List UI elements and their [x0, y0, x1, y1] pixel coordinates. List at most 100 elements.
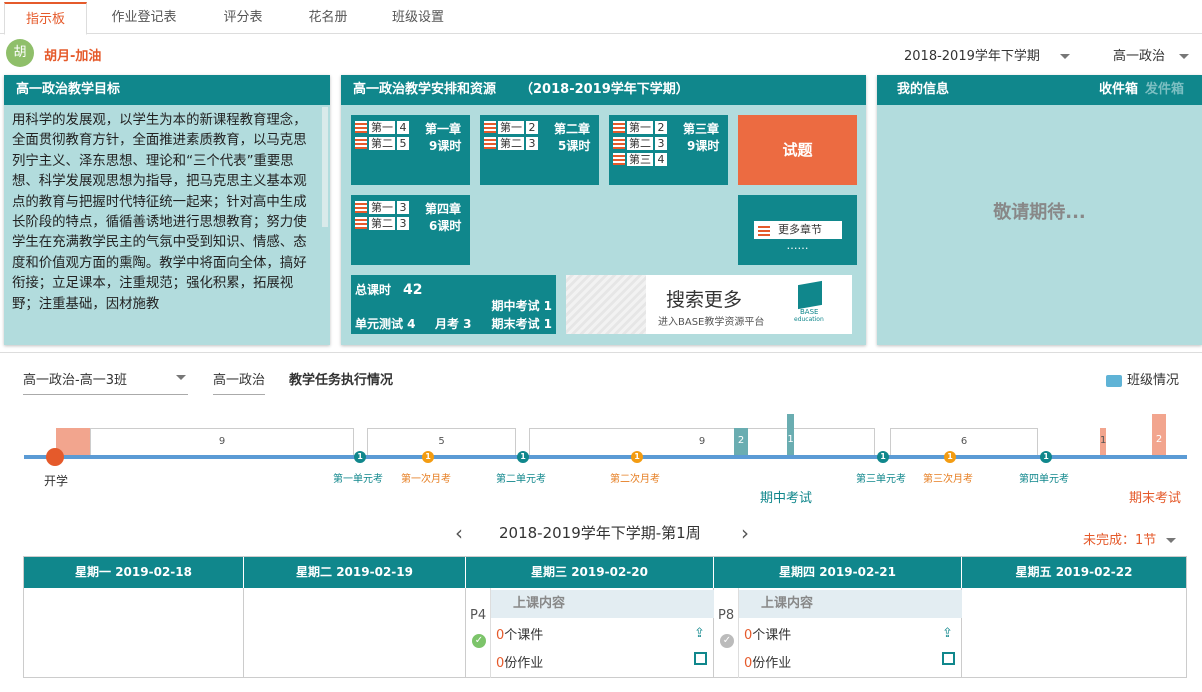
book-icon: [355, 121, 367, 133]
chapter-hours: 5课时: [558, 139, 591, 153]
chapter-title: 第三章: [683, 122, 720, 136]
info-placeholder: 敬请期待...: [993, 202, 1086, 223]
timeline-axis: [24, 455, 1187, 459]
panel-title: 高一政治教学安排和资源 （2018-2019学年下学期）: [341, 75, 866, 105]
section-row: 第三 4: [613, 152, 667, 166]
base-logo-icon: [798, 280, 822, 310]
chapter-title: 第二章: [554, 122, 591, 136]
goal-text: 用科学的发展观，以学生为本的新课程教育理念，全面贯彻教育方针，全面推进素质教育，…: [12, 113, 307, 312]
homework-count: 0份作业: [744, 656, 792, 671]
week-calendar: 星期一 2019-02-18 星期二 2019-02-19 星期三 2019-0…: [23, 556, 1187, 678]
search-more-banner[interactable]: 搜索更多 进入BASE教学资源平台 BASE education: [566, 275, 852, 334]
day-header: 星期二 2019-02-19: [244, 557, 466, 588]
unit-exam-marker[interactable]: 1: [354, 451, 366, 463]
chapter-hours: 9课时: [687, 139, 720, 153]
chevron-down-icon: [1059, 54, 1070, 59]
book-icon: [355, 201, 367, 213]
monthly-exam-marker[interactable]: 1: [631, 451, 643, 463]
courseware-count: 0个课件: [744, 628, 792, 643]
monthly-exam-marker[interactable]: 1: [944, 451, 956, 463]
chapter-hours: 6课时: [429, 219, 462, 233]
more-chapters-button[interactable]: 更多章节 ……: [738, 195, 857, 265]
lesson-title[interactable]: 上课内容: [491, 590, 714, 618]
book-icon: [758, 224, 770, 236]
final-bar: 2: [1152, 414, 1166, 455]
scrollbar[interactable]: [322, 107, 328, 227]
book-icon: [613, 153, 625, 165]
user-name[interactable]: 胡月-加油: [44, 45, 101, 64]
panel-title: 我的信息 收件箱 发件箱: [877, 75, 1202, 105]
day-cell: P8 ✓ 上课内容 0个课件 ⇪ 0份作业: [714, 588, 962, 678]
tab-score-sheet[interactable]: 评分表: [205, 2, 281, 34]
upload-icon[interactable]: ⇪: [694, 626, 705, 641]
term-select[interactable]: 2018-2019学年下学期: [904, 45, 1070, 64]
day-cell: P4 ✓ 上课内容 0个课件 ⇪ 0份作业: [466, 588, 714, 678]
check-icon: ✓: [720, 634, 734, 648]
period-label: P4: [470, 608, 487, 623]
monthly-exam-marker[interactable]: 1: [422, 451, 434, 463]
section-row: 第二 5: [355, 136, 409, 150]
outbox-link[interactable]: 发件箱: [1145, 75, 1184, 105]
courseware-count: 0个课件: [496, 628, 544, 643]
chapter-card-4[interactable]: 第一 3 第二 3 第四章 6课时: [351, 195, 470, 265]
chapter-title: 第一章: [425, 122, 462, 136]
book-icon: [613, 137, 625, 149]
chapter-card-1[interactable]: 第一 4 第二 5 第一章 9课时: [351, 115, 470, 185]
start-label: 开学: [44, 474, 69, 488]
chevron-down-icon: [176, 375, 186, 380]
exam-button[interactable]: 试题: [738, 115, 857, 185]
final-label: 期末考试: [1129, 491, 1182, 506]
chapter-segment: 9: [529, 428, 875, 455]
section-row: 第二 3: [484, 136, 538, 150]
chapter-card-3[interactable]: 第一 2 第二 3 第三 4 第三章 9课时: [609, 115, 728, 185]
task-status-label: 教学任务执行情况: [289, 373, 394, 388]
next-week-button[interactable]: ›: [741, 521, 749, 545]
week-title: 2018-2019学年下学期-第1周: [499, 524, 701, 542]
panel-title: 高一政治教学目标: [4, 75, 330, 105]
homework-count: 0份作业: [496, 656, 544, 671]
tab-dashboard[interactable]: 指示板: [4, 2, 87, 35]
more-dots: ……: [786, 239, 809, 252]
chapter-card-2[interactable]: 第一 2 第二 3 第二章 5课时: [480, 115, 599, 185]
chapter-hours: 9课时: [429, 139, 462, 153]
unit-exam-marker[interactable]: 1: [517, 451, 529, 463]
book-icon: [355, 217, 367, 229]
inbox-link[interactable]: 收件箱: [1099, 75, 1138, 105]
teaching-goal-panel: 高一政治教学目标 用科学的发展观，以学生为本的新课程教育理念，全面贯彻教育方针，…: [4, 75, 330, 345]
day-header: 星期三 2019-02-20: [466, 557, 714, 588]
day-header: 星期五 2019-02-22: [962, 557, 1186, 588]
my-info-panel: 我的信息 收件箱 发件箱 敬请期待...: [877, 75, 1202, 345]
chapter-title: 第四章: [425, 202, 462, 216]
lesson-title[interactable]: 上课内容: [739, 590, 962, 618]
day-header: 星期一 2019-02-18: [24, 557, 244, 588]
edit-icon[interactable]: [694, 652, 707, 665]
chapter-segment: 9: [90, 428, 354, 455]
section-row: 第二 3: [613, 136, 667, 150]
book-icon: [484, 121, 496, 133]
day-header: 星期四 2019-02-21: [714, 557, 962, 588]
midterm-bar: 1: [787, 414, 794, 455]
chat-icon: [1106, 374, 1122, 387]
upload-icon[interactable]: ⇪: [942, 626, 953, 641]
chapter-segment: 6: [890, 428, 1038, 455]
class-info-button[interactable]: 班级情况: [1106, 369, 1179, 388]
tab-class-settings[interactable]: 班级设置: [378, 2, 458, 34]
section-row: 第二 3: [355, 216, 409, 230]
tab-bar: 指示板 作业登记表 评分表 花名册 班级设置: [0, 0, 1202, 35]
edit-icon[interactable]: [942, 652, 955, 665]
period-label: P8: [718, 608, 735, 623]
divider: [0, 352, 1202, 353]
avatar: 胡: [6, 39, 34, 67]
keyboard-image: [566, 275, 646, 334]
chevron-down-icon: [1179, 54, 1190, 59]
tab-homework-register[interactable]: 作业登记表: [96, 2, 192, 34]
unit-exam-marker[interactable]: 1: [877, 451, 889, 463]
unit-exam-marker[interactable]: 1: [1040, 451, 1052, 463]
prev-week-button[interactable]: ‹: [455, 521, 463, 545]
subject-label: 高一政治: [213, 369, 266, 395]
incomplete-filter[interactable]: 未完成：1节: [1083, 529, 1177, 548]
subject-select[interactable]: 高一政治: [1113, 45, 1190, 64]
class-select[interactable]: 高一政治-高一3班: [23, 369, 188, 395]
tab-roster[interactable]: 花名册: [290, 2, 366, 34]
midterm-bar: 2: [734, 428, 748, 455]
